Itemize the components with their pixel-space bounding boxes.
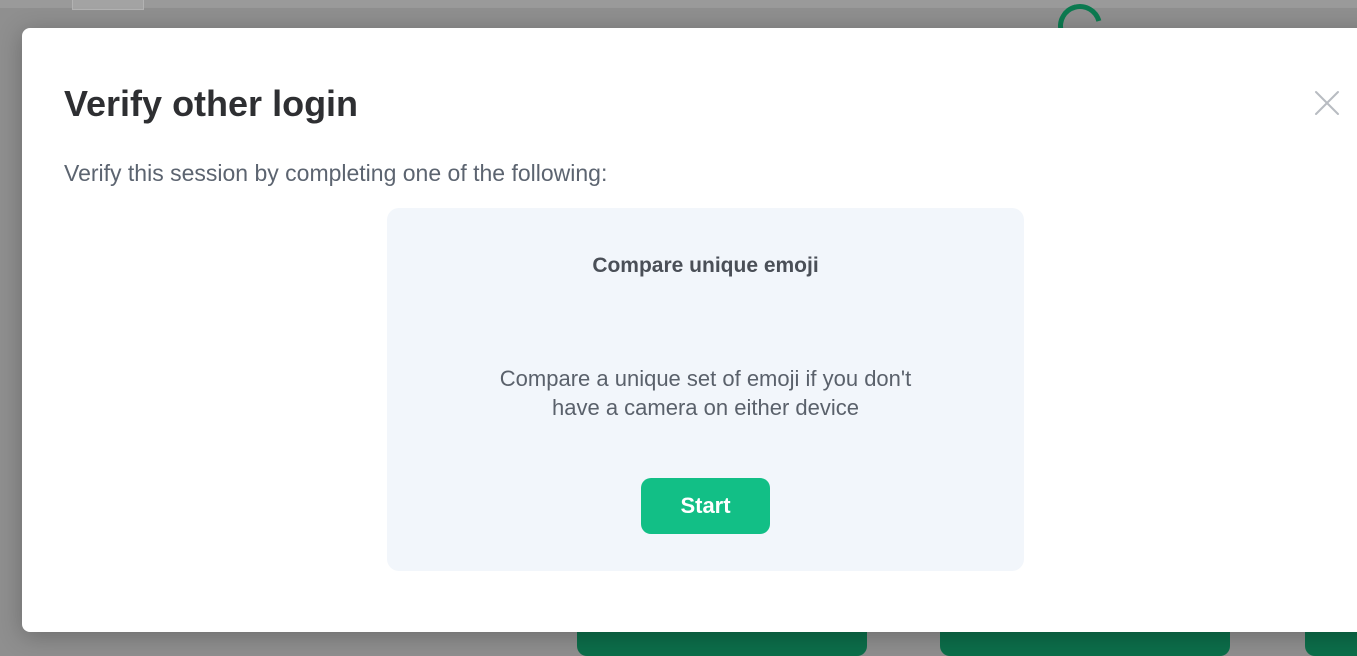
dialog-title: Verify other login xyxy=(64,83,359,124)
card-title: Compare unique emoji xyxy=(592,254,819,277)
card-description-line: have a camera on either device xyxy=(552,395,859,420)
emoji-verification-card: Compare unique emoji Compare a unique se… xyxy=(387,208,1024,571)
background-app-header xyxy=(0,0,1357,8)
close-button[interactable] xyxy=(1312,88,1342,118)
background-tab xyxy=(72,0,144,10)
dialog-description: Verify this session by completing one of… xyxy=(64,160,608,186)
close-icon xyxy=(1315,91,1339,115)
start-button[interactable]: Start xyxy=(641,478,770,534)
verify-dialog: Verify other login Verify this session b… xyxy=(22,28,1357,632)
card-description: Compare a unique set of emoji if you don… xyxy=(387,364,1024,422)
card-description-line: Compare a unique set of emoji if you don… xyxy=(499,366,912,391)
